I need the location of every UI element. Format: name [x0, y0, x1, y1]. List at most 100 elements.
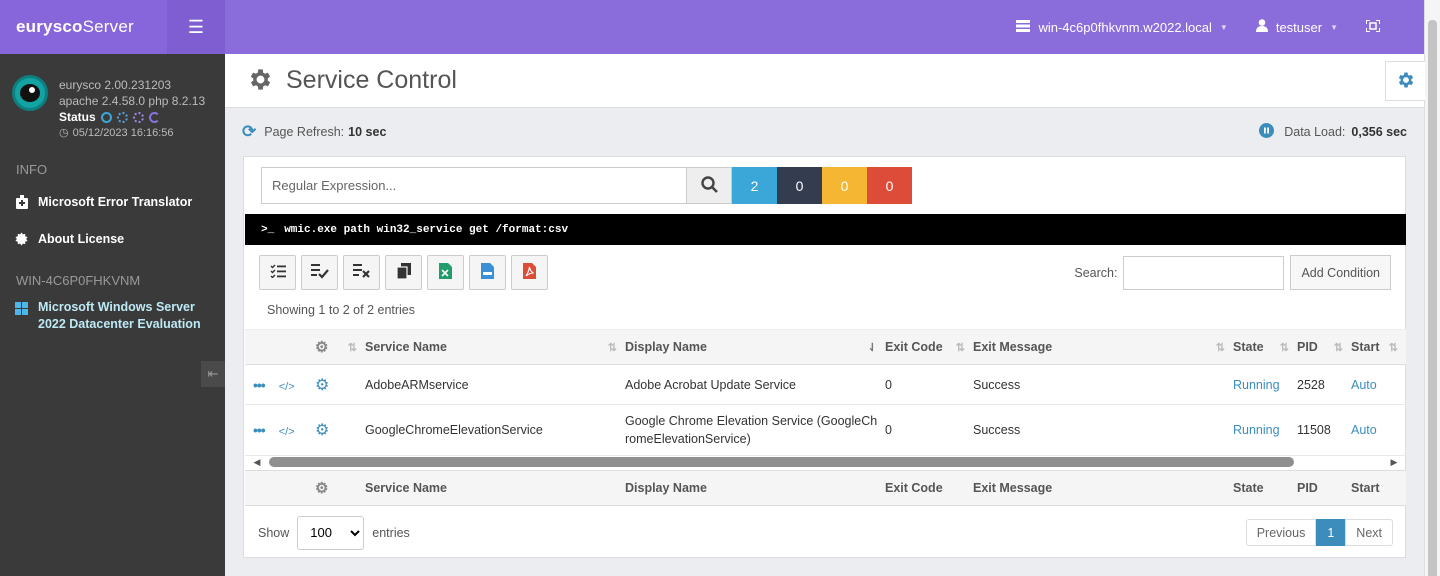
page-scrollbar-thumb[interactable]: [1428, 20, 1437, 576]
refresh-icon: ⟳: [242, 122, 257, 141]
page-refresh-info[interactable]: ⟳ Page Refresh: 10 sec: [242, 122, 386, 142]
col-display-name[interactable]: Display Name ⇃: [625, 329, 885, 365]
export-pdf-button[interactable]: [511, 255, 548, 290]
more-actions-icon[interactable]: •••: [253, 377, 266, 393]
entries-label: entries: [372, 525, 410, 540]
user-dropdown[interactable]: testuser ▼: [1255, 19, 1338, 35]
cell-state-link[interactable]: Running: [1233, 378, 1280, 392]
table-bottom-bar: Show 100 entries Previous 1 Next: [258, 515, 1393, 550]
info-section-title: INFO: [16, 162, 48, 177]
display-name-line-1: Google Chrome Elevation Service (GoogleC…: [625, 414, 878, 428]
page-length-select[interactable]: 100: [297, 515, 365, 550]
scroll-thumb[interactable]: [269, 457, 1294, 467]
file-check-icon: [310, 263, 329, 282]
deselect-all-button[interactable]: [343, 255, 380, 290]
cell-start-link[interactable]: Auto: [1351, 423, 1377, 437]
sort-icon: ⇅: [1215, 342, 1225, 354]
service-settings-icon[interactable]: ⚙: [315, 377, 329, 394]
counter-total[interactable]: 2: [732, 167, 777, 204]
windows-icon: [15, 302, 28, 315]
sign-out-icon: ⇤: [207, 366, 219, 381]
sort-icon: ⇅: [347, 342, 357, 354]
nav-about-license[interactable]: About License: [0, 220, 225, 257]
code-icon[interactable]: </>: [279, 381, 295, 393]
next-page-button[interactable]: Next: [1345, 519, 1393, 546]
nav-error-translator[interactable]: Microsoft Error Translator: [0, 183, 225, 220]
copy-button[interactable]: [385, 255, 422, 290]
load-label: Data Load:: [1284, 125, 1346, 139]
clock-icon: ◷: [59, 127, 69, 139]
host-dropdown[interactable]: win-4c6p0fhkvnm.w2022.local ▼: [1016, 19, 1228, 35]
add-condition-button[interactable]: Add Condition: [1290, 255, 1391, 290]
collapse-sidebar-button[interactable]: ⇤: [201, 361, 225, 387]
regex-search-row: 2 0 0 0: [261, 167, 912, 204]
actions-column-header: [245, 329, 305, 365]
brand-logo[interactable]: eurysco Server: [0, 0, 167, 54]
col-state[interactable]: State ⇅: [1233, 329, 1297, 365]
service-settings-icon[interactable]: ⚙: [315, 422, 329, 439]
table-footer: ⚙ Service Name Display Name Exit Code Ex…: [245, 470, 1406, 506]
regex-search-input[interactable]: [261, 167, 686, 204]
scroll-right-icon[interactable]: ▶: [1382, 457, 1406, 468]
counter-warning[interactable]: 0: [822, 167, 867, 204]
col-exit-message[interactable]: Exit Message ⇅: [973, 329, 1233, 365]
search-button[interactable]: [686, 167, 732, 204]
export-csv-button[interactable]: [469, 255, 506, 290]
table-row: ••• </> ⚙ AdobeARMservice Adobe Acrobat U…: [245, 364, 1406, 405]
footer-actions: [245, 470, 305, 506]
table-search: Search: Add Condition: [1074, 255, 1391, 290]
os-line-2: 2022 Datacenter Evaluation: [38, 317, 201, 331]
cell-state-link[interactable]: Running: [1233, 423, 1280, 437]
pause-icon: [1259, 123, 1275, 141]
user-name: testuser: [1275, 19, 1323, 35]
terminal-icon: >_: [261, 223, 275, 236]
column-list-button[interactable]: [259, 255, 296, 290]
status-executor-icon[interactable]: [116, 111, 128, 123]
medkit-icon: [15, 194, 28, 209]
status-server-icon[interactable]: [132, 111, 144, 123]
status-core-icon[interactable]: [100, 111, 112, 123]
counter-dark[interactable]: 0: [777, 167, 822, 204]
col-exit-message-label: Exit Message: [973, 340, 1053, 354]
scroll-track[interactable]: [269, 457, 1382, 467]
footer-exit-code: Exit Code: [885, 470, 973, 506]
settings-button[interactable]: [1385, 61, 1425, 101]
page-1-button[interactable]: 1: [1316, 519, 1346, 546]
server-profile: eurysco 2.00.231203 apache 2.4.58.0 php …: [0, 54, 225, 154]
page-scrollbar[interactable]: [1424, 0, 1440, 576]
cell-exit-code: 0: [885, 404, 973, 456]
more-actions-icon[interactable]: •••: [253, 422, 266, 438]
footer-service-name: Service Name: [365, 470, 625, 506]
sort-asc-icon: ⇃: [867, 342, 877, 354]
sidebar-toggle-button[interactable]: ☰: [167, 17, 225, 38]
caret-down-icon: ▼: [1330, 22, 1338, 32]
select-all-button[interactable]: [301, 255, 338, 290]
cell-exit-message: Success: [973, 364, 1233, 405]
nav-os-info[interactable]: Microsoft Windows Server 2022 Datacenter …: [0, 294, 225, 338]
col-exit-code[interactable]: Exit Code ⇅: [885, 329, 973, 365]
settings-column-header[interactable]: ⚙ ⇅: [305, 329, 365, 365]
table-search-input[interactable]: [1123, 255, 1285, 290]
table-footer-row: ⚙ Service Name Display Name Exit Code Ex…: [245, 470, 1406, 506]
sort-icon: ⇅: [1388, 342, 1398, 354]
footer-exit-message: Exit Message: [973, 470, 1233, 506]
col-start[interactable]: Start ⇅: [1351, 329, 1406, 365]
col-pid[interactable]: PID ⇅: [1297, 329, 1351, 365]
col-service-name[interactable]: Service Name ⇅: [365, 329, 625, 365]
status-refresh-icon[interactable]: [148, 111, 160, 123]
server-icon: [1016, 19, 1031, 35]
table-horizontal-scrollbar[interactable]: ◀ ▶: [245, 453, 1406, 471]
cell-pid: 11508: [1297, 404, 1351, 456]
counter-error[interactable]: 0: [867, 167, 912, 204]
brand-name-rest: Server: [82, 17, 134, 36]
user-icon: [1255, 19, 1268, 35]
fullscreen-button[interactable]: [1365, 18, 1381, 35]
code-icon[interactable]: </>: [279, 426, 295, 438]
scroll-left-icon[interactable]: ◀: [245, 457, 269, 468]
command-text: wmic.exe path win32_service get /format:…: [284, 223, 569, 236]
export-excel-button[interactable]: [427, 255, 464, 290]
previous-page-button[interactable]: Previous: [1245, 519, 1317, 546]
cell-start-link[interactable]: Auto: [1351, 378, 1377, 392]
certificate-icon: [15, 232, 28, 246]
data-load-info[interactable]: Data Load: 0,356 sec: [1259, 123, 1407, 141]
